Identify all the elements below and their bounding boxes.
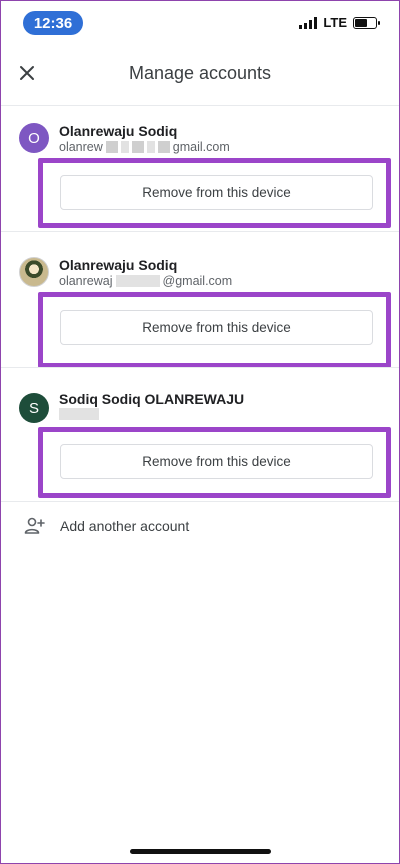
account-divider bbox=[1, 501, 399, 502]
avatar: S bbox=[19, 393, 49, 423]
status-time: 12:36 bbox=[23, 11, 83, 35]
add-account-row[interactable]: Add another account bbox=[1, 511, 399, 541]
redacted-block bbox=[157, 141, 170, 153]
account-name: Olanrewaju Sodiq bbox=[59, 123, 178, 139]
account-item-3: S Sodiq Sodiq OLANREWAJU Remove from thi… bbox=[1, 368, 399, 501]
home-indicator[interactable] bbox=[130, 849, 271, 854]
page-title: Manage accounts bbox=[128, 63, 272, 83]
account-email: olanrewaj @gmail.com bbox=[59, 274, 232, 288]
account-email bbox=[59, 408, 99, 420]
status-bar: 12:36 LTE bbox=[1, 1, 399, 45]
redacted-block bbox=[115, 275, 160, 287]
network-type: LTE bbox=[323, 15, 347, 30]
signal-icon bbox=[299, 16, 318, 29]
redacted-block bbox=[131, 141, 144, 153]
email-suffix: gmail.com bbox=[172, 140, 230, 154]
avatar-letter: S bbox=[28, 399, 39, 417]
account-email: olanrew gmail.com bbox=[59, 140, 230, 154]
remove-device-button[interactable]: Remove from this device bbox=[60, 175, 373, 210]
email-prefix: olanrew bbox=[59, 140, 103, 154]
remove-device-button[interactable]: Remove from this device bbox=[60, 444, 373, 479]
avatar-letter: O bbox=[28, 129, 40, 147]
avatar: O bbox=[19, 123, 49, 153]
email-prefix: olanrewaj bbox=[59, 274, 113, 288]
account-item-1: O Olanrewaju Sodiq olanrew gmail.com Rem… bbox=[1, 106, 399, 231]
battery-fill bbox=[355, 18, 368, 27]
redacted-block bbox=[146, 141, 155, 153]
email-suffix: @gmail.com bbox=[162, 274, 233, 288]
account-item-2: Olanrewaju Sodiq olanrewaj @gmail.com Re… bbox=[1, 232, 399, 368]
screen: 12:36 LTE Manage accounts O Olanrewaju S… bbox=[0, 0, 400, 864]
redacted-block bbox=[105, 141, 118, 153]
add-account-label: Add another account bbox=[60, 518, 190, 534]
account-name: Olanrewaju Sodiq bbox=[59, 257, 178, 273]
battery-icon bbox=[353, 16, 380, 29]
redacted-block bbox=[59, 408, 99, 420]
redacted-block bbox=[120, 141, 129, 153]
status-indicators: LTE bbox=[299, 15, 380, 30]
add-person-icon bbox=[24, 517, 45, 534]
account-name: Sodiq Sodiq OLANREWAJU bbox=[59, 391, 245, 407]
avatar-photo bbox=[19, 257, 49, 287]
remove-device-button[interactable]: Remove from this device bbox=[60, 310, 373, 345]
header: Manage accounts bbox=[1, 53, 399, 93]
